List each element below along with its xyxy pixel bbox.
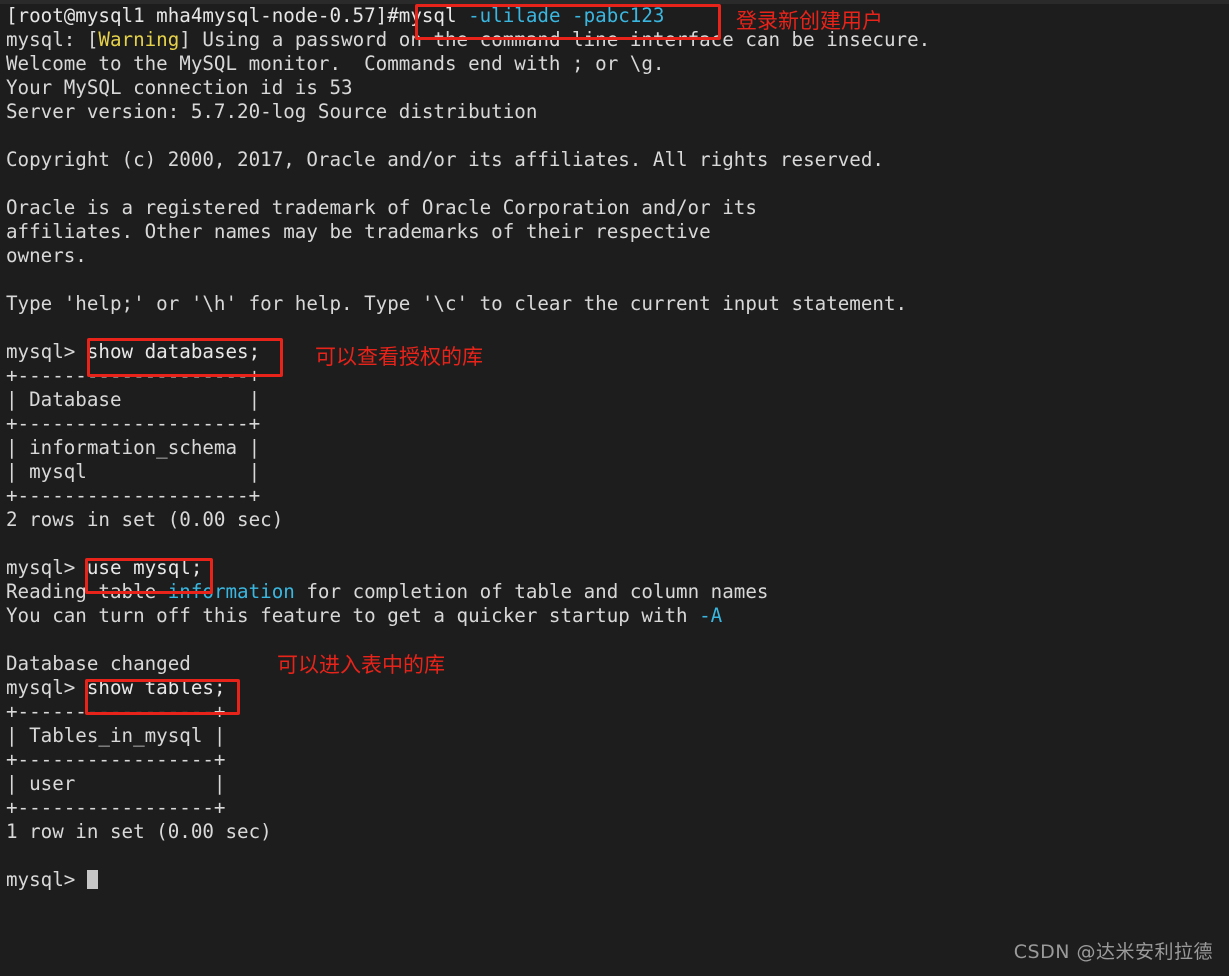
text-cursor bbox=[86, 870, 98, 889]
terminal-line-welcome: Welcome to the MySQL monitor. Commands e… bbox=[6, 52, 665, 75]
terminal-line-warning: mysql: [Warning] Using a password on the… bbox=[6, 28, 1229, 52]
table-header-tables: | Tables_in_mysql | bbox=[6, 724, 226, 747]
reading-prefix: Reading table bbox=[6, 580, 168, 603]
watermark-csdn: CSDN @达米安利拉德 bbox=[1013, 941, 1213, 963]
terminal-line-trademark-3: owners. bbox=[6, 244, 87, 267]
table-row-user: | user | bbox=[6, 772, 226, 795]
terminal-line-connection-id: Your MySQL connection id is 53 bbox=[6, 76, 353, 99]
table-border-mid-databases: +--------------------+ bbox=[6, 412, 261, 435]
shell-prompt-text: [root@mysql1 mha4mysql-node-0.57]# bbox=[6, 4, 399, 27]
terminal-line-database-changed: Database changed bbox=[6, 652, 191, 675]
table-border-top-tables: +-----------------+ bbox=[6, 700, 226, 723]
terminal-line-trademark-2: affiliates. Other names may be trademark… bbox=[6, 220, 711, 243]
command-show-tables: show tables; bbox=[86, 676, 226, 699]
flag-a-option: -A bbox=[699, 604, 723, 627]
terminal-line-show-tables: mysql> show tables; bbox=[6, 676, 1229, 700]
terminal-line-copyright: Copyright (c) 2000, 2017, Oracle and/or … bbox=[6, 148, 884, 171]
command-show-databases: show databases; bbox=[86, 340, 261, 363]
terminal-line-reading-table-info: Reading table information for completion… bbox=[6, 580, 1229, 604]
terminal-line-shell-prompt: [root@mysql1 mha4mysql-node-0.57]#mysql … bbox=[6, 4, 1229, 28]
terminal-line-turn-off-hint: You can turn off this feature to get a q… bbox=[6, 604, 1229, 628]
terminal-line-trademark-1: Oracle is a registered trademark of Orac… bbox=[6, 196, 757, 219]
window-top-strip bbox=[0, 0, 1229, 4]
terminal-line-use-mysql: mysql> use mysql; bbox=[6, 556, 1229, 580]
table-border-top-databases: +--------------------+ bbox=[6, 364, 261, 387]
annotation-enter-db-tables: 可以进入表中的库 bbox=[277, 653, 445, 677]
command-mysql-login-args: -ulilade -pabc123 bbox=[456, 4, 665, 27]
table-row-mysql: | mysql | bbox=[6, 460, 261, 483]
reading-keyword-information: information bbox=[167, 580, 295, 603]
table-border-bottom-tables: +-----------------+ bbox=[6, 796, 226, 819]
table-row-information-schema: | information_schema | bbox=[6, 436, 261, 459]
terminal-line-server-version: Server version: 5.7.20-log Source distri… bbox=[6, 100, 538, 123]
terminal-line-show-databases: mysql> show databases; bbox=[6, 340, 1229, 364]
terminal-window[interactable]: [root@mysql1 mha4mysql-node-0.57]#mysql … bbox=[0, 0, 1229, 976]
mysql-prompt: mysql> bbox=[6, 676, 87, 699]
reading-suffix: for completion of table and column names bbox=[294, 580, 769, 603]
warning-prefix: mysql: [ bbox=[6, 28, 99, 51]
table-header-databases: | Database | bbox=[6, 388, 261, 411]
mysql-prompt: mysql> bbox=[6, 340, 87, 363]
result-count-databases: 2 rows in set (0.00 sec) bbox=[6, 508, 284, 531]
terminal-line-help-hint: Type 'help;' or '\h' for help. Type '\c'… bbox=[6, 292, 908, 315]
command-mysql-login-binary: mysql bbox=[398, 4, 457, 27]
turn-off-text: You can turn off this feature to get a q… bbox=[6, 604, 700, 627]
warning-keyword: Warning bbox=[98, 28, 180, 51]
mysql-prompt: mysql> bbox=[6, 556, 87, 579]
result-count-tables: 1 row in set (0.00 sec) bbox=[6, 820, 272, 843]
table-border-bottom-databases: +--------------------+ bbox=[6, 484, 261, 507]
terminal-line-active-prompt[interactable]: mysql> bbox=[6, 868, 1229, 892]
mysql-prompt: mysql> bbox=[6, 868, 87, 891]
annotation-view-granted-databases: 可以查看授权的库 bbox=[315, 345, 483, 369]
annotation-login-new-user: 登录新创建用户 bbox=[736, 9, 883, 33]
table-border-mid-tables: +-----------------+ bbox=[6, 748, 226, 771]
command-use-mysql: use mysql; bbox=[86, 556, 203, 579]
